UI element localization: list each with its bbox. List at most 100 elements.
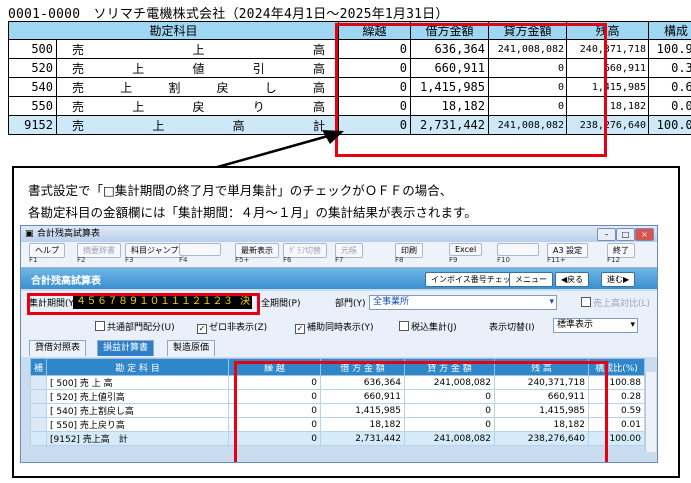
grid-cell-debit: 1,415,985 bbox=[320, 403, 405, 418]
check-icon: ✓ bbox=[197, 324, 207, 334]
account-char: 売 bbox=[72, 99, 85, 114]
grid-header-debit: 借 方 金 額 bbox=[320, 358, 405, 376]
grid-cell-carry: 0 bbox=[228, 403, 321, 418]
department-label: 部門(Y) bbox=[335, 299, 366, 309]
common-dept-checkbox[interactable]: 共通部門配分(U) bbox=[95, 320, 175, 333]
row-balance: 660,911 bbox=[566, 58, 650, 78]
chevron-down-icon: ▾ bbox=[630, 320, 635, 330]
grid-header-carry: 繰 越 bbox=[228, 358, 321, 376]
checkbox-icon bbox=[399, 321, 409, 331]
toolbar-button-label: 科目ジャンプ bbox=[125, 243, 185, 258]
grid-cell-carry: 0 bbox=[228, 389, 321, 404]
function-key-label: F12 bbox=[607, 256, 620, 264]
tab-manufacturing-cost[interactable]: 製造原価 bbox=[167, 340, 216, 356]
checkbox-icon bbox=[581, 297, 591, 307]
department-select[interactable]: 全事業所 ▾ bbox=[369, 295, 557, 310]
function-key-label: F5+ bbox=[235, 256, 250, 264]
tax-incl-checkbox[interactable]: 税込集計(J) bbox=[399, 320, 457, 333]
tax-incl-label: 税込集計(J) bbox=[411, 323, 457, 333]
toolbar-button-label: Excel bbox=[449, 243, 483, 256]
row-debit: 2,731,442 bbox=[410, 115, 490, 135]
grid-cell-account: [ 550] 売上戻り高 bbox=[46, 417, 229, 432]
tab-balance-sheet[interactable]: 貸借対照表 bbox=[29, 340, 87, 356]
grid-row[interactable]: [ 550] 売上戻り高 0 18,182 0 18,182 0.01 bbox=[30, 417, 645, 432]
back-button[interactable]: ◀戻る bbox=[555, 272, 590, 287]
window-title: 合計残高試算表 bbox=[37, 229, 101, 239]
account-char: 高 bbox=[313, 42, 326, 57]
toolbar-button-f11-plus[interactable]: A3 設定 F11+ bbox=[547, 243, 589, 264]
report-table: 勘定科目 繰越 借方金額 貸方金額 残高 構成 500 売上高 0 636,364 24… bbox=[7, 21, 691, 135]
vertical-scrollbar[interactable] bbox=[645, 372, 656, 452]
grid-header-row: 補 勘 定 科 目 繰 越 借 方 金 額 貸 方 金 額 残 高 構成比(%) bbox=[30, 358, 645, 376]
close-icon[interactable]: × bbox=[635, 228, 654, 241]
row-code: 550 bbox=[8, 96, 57, 116]
toolbar-button-f9[interactable]: Excel F9 bbox=[449, 243, 483, 264]
toolbar-button-f7[interactable]: 元帳 F7 bbox=[335, 243, 363, 264]
grid-row[interactable]: [ 540] 売上割戻し高 0 1,415,985 0 1,415,985 0.59 bbox=[30, 403, 645, 418]
period-selector[interactable]: ４５６７８９１０１１１２１２３ 決 bbox=[73, 294, 252, 309]
grid-row[interactable]: [ 500] 売 上 高 0 636,364 241,008,082 240,371,7… bbox=[30, 375, 645, 390]
grid-cell-debit: 2,731,442 bbox=[320, 431, 405, 446]
maximize-icon[interactable]: □ bbox=[616, 228, 635, 241]
toolbar-button-f8[interactable]: 印刷 F8 bbox=[395, 243, 423, 264]
grid-cell-debit: 660,911 bbox=[320, 389, 405, 404]
row-credit: 0 bbox=[488, 96, 568, 116]
grid-cell-debit: 18,182 bbox=[320, 417, 405, 432]
toolbar-button-f10[interactable]: F10 bbox=[497, 243, 539, 264]
toolbar-button-f6[interactable]: ｸﾞﾗﾌ切替 F6 bbox=[283, 243, 327, 264]
sales-compare-checkbox[interactable]: 売上高対比(L) bbox=[581, 296, 650, 309]
row-code: 520 bbox=[8, 58, 57, 78]
grid-cell-credit: 0 bbox=[404, 417, 495, 432]
row-balance: 1,415,985 bbox=[566, 77, 650, 97]
report-title: 0001-0000 ソリマチ電機株式会社（2024年4月1日～2025年1月31… bbox=[8, 7, 449, 22]
row-balance: 18,182 bbox=[566, 96, 650, 116]
app-icon: ▣ bbox=[25, 229, 34, 239]
checkbox-icon bbox=[95, 321, 105, 331]
grid-row[interactable]: [ 520] 売上値引高 0 660,911 0 660,911 0.28 bbox=[30, 389, 645, 404]
grid-cell-ratio: 0.01 bbox=[588, 417, 645, 432]
zero-hide-checkbox[interactable]: ✓ ゼロ非表示(Z) bbox=[197, 320, 267, 334]
display-select[interactable]: 標準表示 ▾ bbox=[553, 318, 638, 333]
chevron-down-icon: ▾ bbox=[549, 297, 554, 307]
grid-row[interactable]: [9152] 売上高 計 0 2,731,442 241,008,082 238,276… bbox=[30, 431, 645, 446]
display-switch-label: 表示切替(I) bbox=[489, 323, 535, 333]
aux-show-checkbox[interactable]: ✓ 補助同時表示(Y) bbox=[295, 320, 374, 334]
account-char: 高 bbox=[313, 61, 326, 76]
minimize-icon[interactable]: – bbox=[597, 228, 616, 241]
tabs-row: 貸借対照表 損益計算書 製造原価 bbox=[21, 337, 657, 357]
toolbar-button-f2[interactable]: 摘要辞書 F2 bbox=[77, 243, 121, 264]
grid-cell-balance: 238,276,640 bbox=[494, 431, 589, 446]
grid-cell-account: [ 520] 売上値引高 bbox=[46, 389, 229, 404]
function-key-label: F9 bbox=[449, 256, 458, 264]
forward-button[interactable]: 進む▶ bbox=[601, 272, 636, 287]
report-header-row: 勘定科目 繰越 借方金額 貸方金額 残高 構成 bbox=[7, 21, 691, 40]
grid-cell-balance: 240,371,718 bbox=[494, 375, 589, 390]
toolbar-button-f1[interactable]: ヘルプ F1 bbox=[29, 243, 65, 264]
toolbar-button-f5-plus[interactable]: 最新表示 F5+ bbox=[235, 243, 279, 264]
display-value: 標準表示 bbox=[557, 320, 594, 330]
sales-compare-label: 売上高対比(L) bbox=[593, 299, 651, 309]
report-row: 500 売 上 高 0 636,364 241,008,082 240,371,718 100.… bbox=[8, 39, 691, 59]
function-key-label: F10 bbox=[497, 256, 510, 264]
toolbar-button-f4[interactable]: F4 bbox=[179, 243, 221, 264]
row-aux-cell bbox=[30, 417, 47, 432]
menu-button[interactable]: メニュー bbox=[509, 272, 553, 287]
aux-show-label: 補助同時表示(Y) bbox=[307, 323, 374, 333]
common-dept-label: 共通部門配分(U) bbox=[107, 323, 175, 333]
toolbar-button-f12[interactable]: 終了 F12 bbox=[607, 243, 635, 264]
all-period-button[interactable]: 全期間(P) bbox=[261, 296, 300, 309]
grid-cell-account: [ 500] 売 上 高 bbox=[46, 375, 229, 390]
header-credit: 貸方金額 bbox=[488, 21, 568, 40]
account-char: 戻 bbox=[192, 99, 205, 114]
account-char: 戻 bbox=[216, 80, 229, 95]
account-char: り bbox=[252, 99, 265, 114]
row-carry: 0 bbox=[338, 58, 412, 78]
tab-income-statement[interactable]: 損益計算書 bbox=[97, 340, 155, 356]
grid-cell-ratio: 0.59 bbox=[588, 403, 645, 418]
grid-cell-credit: 241,008,082 bbox=[404, 375, 495, 390]
header-account: 勘定科目 bbox=[7, 21, 340, 40]
toolbar-button-f3[interactable]: 科目ジャンプ F3 bbox=[125, 243, 185, 264]
period-label: 集計期間(Y) bbox=[29, 299, 78, 309]
grid-cell-balance: 18,182 bbox=[494, 417, 589, 432]
options-row: 共通部門配分(U) ✓ ゼロ非表示(Z) ✓ 補助同時表示(Y) 税込集計(J) 表… bbox=[21, 315, 657, 337]
